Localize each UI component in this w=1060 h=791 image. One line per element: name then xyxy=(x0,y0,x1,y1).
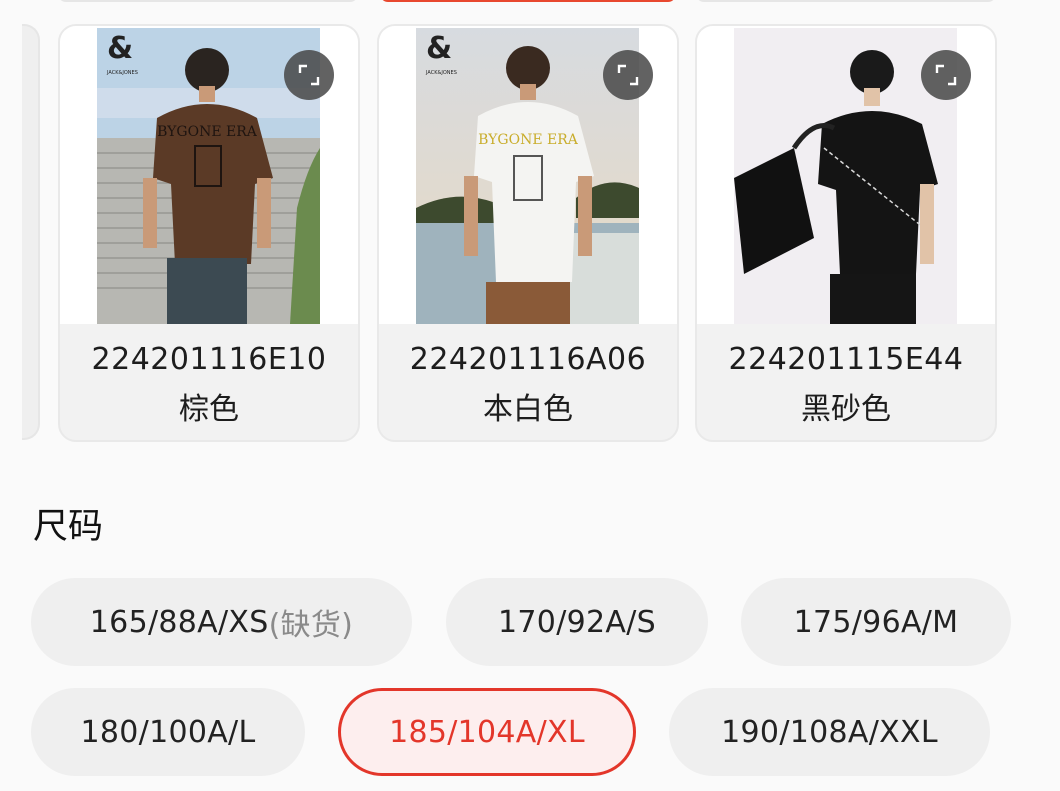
expand-image-button[interactable] xyxy=(284,50,334,100)
expand-image-button[interactable] xyxy=(921,50,971,100)
color-code: 224201116A06 xyxy=(409,342,647,377)
expand-icon xyxy=(298,64,320,86)
previous-card-edge xyxy=(58,0,358,2)
size-label: 170/92A/S xyxy=(498,604,656,640)
size-label: 165/88A/XS xyxy=(89,604,269,640)
svg-text:JACK&JONES: JACK&JONES xyxy=(106,70,138,76)
svg-text:BYGONE ERA: BYGONE ERA xyxy=(157,124,258,140)
svg-text:BYGONE ERA: BYGONE ERA xyxy=(478,132,579,148)
color-card-black[interactable]: 224201115E44 黑砂色 xyxy=(695,24,997,442)
svg-text:&: & xyxy=(107,31,133,66)
size-label: 190/108A/XXL xyxy=(721,714,938,750)
expand-image-button[interactable] xyxy=(603,50,653,100)
out-of-stock-label: (缺货) xyxy=(268,608,354,643)
product-image: BYGONE ERA & JACK&JONES xyxy=(60,26,358,324)
size-option-xs[interactable]: 165/88A/XS (缺货) xyxy=(31,578,412,666)
size-option-s[interactable]: 170/92A/S xyxy=(446,578,708,666)
size-option-xl[interactable]: 185/104A/XL xyxy=(338,688,636,776)
svg-text:JACK&JONES: JACK&JONES xyxy=(425,70,457,76)
svg-text:&: & xyxy=(426,31,452,66)
size-option-m[interactable]: 175/96A/M xyxy=(741,578,1011,666)
size-option-xxl[interactable]: 190/108A/XXL xyxy=(669,688,990,776)
expand-icon xyxy=(935,64,957,86)
color-code: 224201115E44 xyxy=(728,342,964,377)
size-option-l[interactable]: 180/100A/L xyxy=(31,688,305,776)
color-name: 黑砂色 xyxy=(801,392,891,427)
color-options: BYGONE ERA & JACK&JONES 224201116E10 棕色 xyxy=(0,24,1060,444)
color-code: 224201116E10 xyxy=(91,342,327,377)
previous-card-selected-edge xyxy=(380,0,676,2)
expand-icon xyxy=(617,64,639,86)
color-card-brown[interactable]: BYGONE ERA & JACK&JONES 224201116E10 棕色 xyxy=(58,24,360,442)
size-label: 180/100A/L xyxy=(80,714,256,750)
product-image: BYGONE ERA & JACK&JONES xyxy=(379,26,677,324)
color-card-white[interactable]: BYGONE ERA & JACK&JONES 224201116A06 本白色 xyxy=(377,24,679,442)
offscreen-color-card[interactable] xyxy=(22,24,40,440)
previous-card-edge xyxy=(696,0,996,2)
size-label: 175/96A/M xyxy=(793,604,959,640)
color-name: 棕色 xyxy=(179,392,239,427)
size-label: 185/104A/XL xyxy=(389,714,585,750)
size-section-title: 尺码 xyxy=(33,507,104,547)
color-name: 本白色 xyxy=(483,392,573,427)
product-image xyxy=(697,26,995,324)
